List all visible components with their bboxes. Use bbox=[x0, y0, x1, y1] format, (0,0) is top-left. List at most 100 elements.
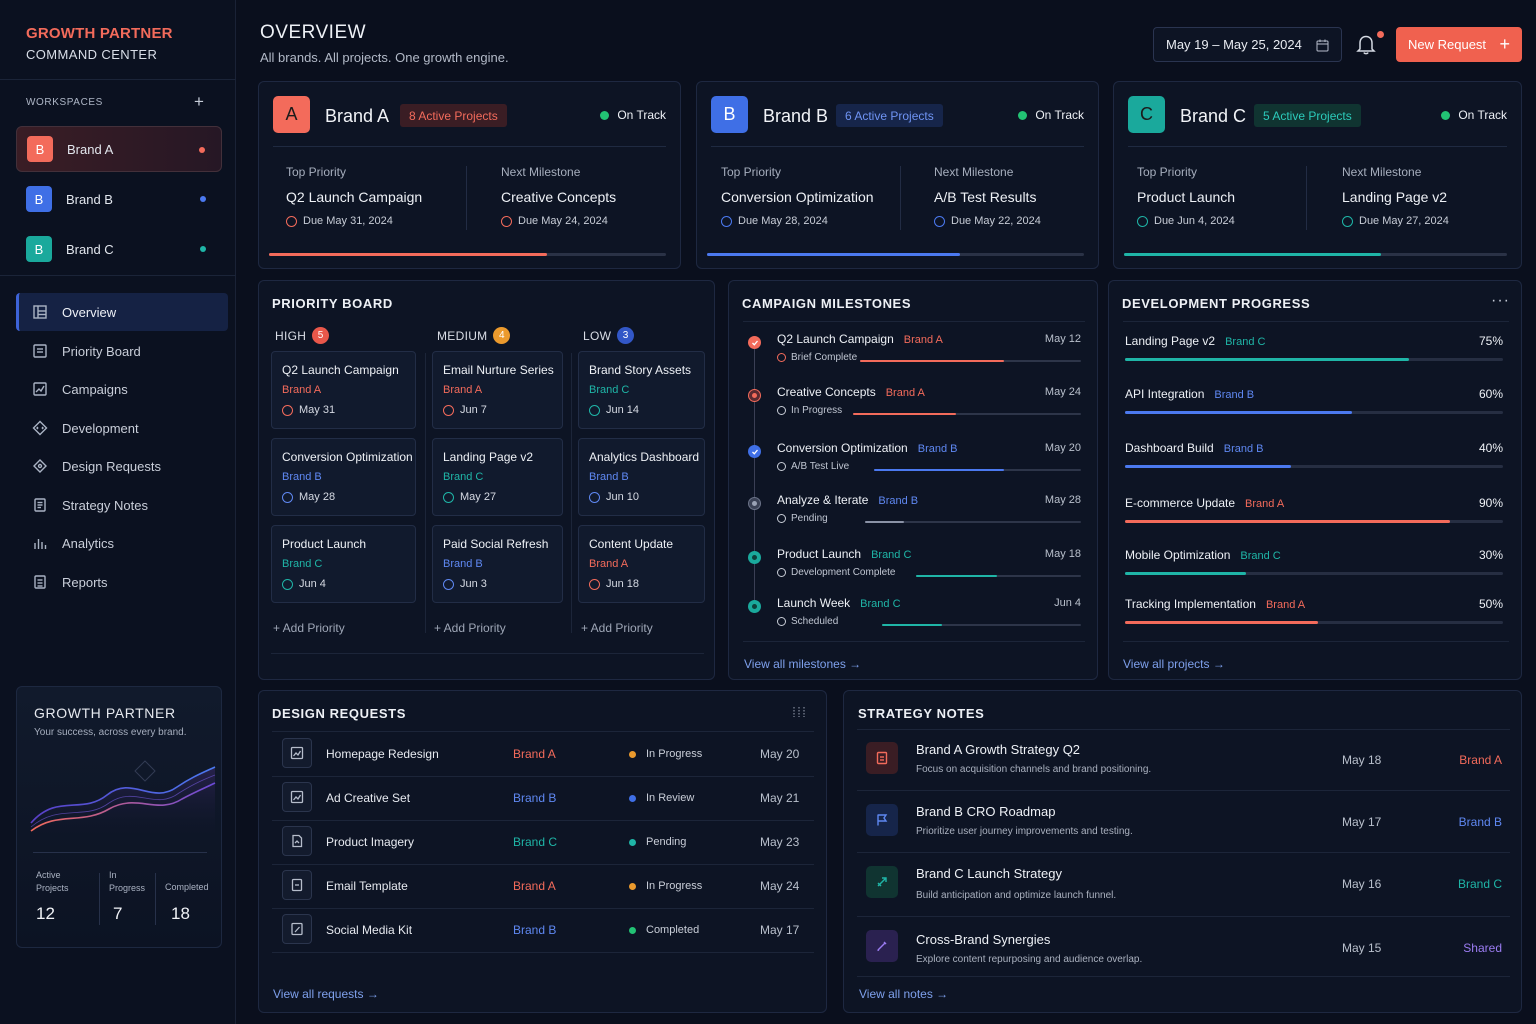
table-row[interactable]: Homepage Redesign Brand A In Progress May 2… bbox=[272, 733, 814, 777]
count-badge: 5 bbox=[312, 327, 330, 344]
nav-label: Strategy Notes bbox=[62, 497, 148, 513]
dev-progress-item[interactable]: Landing Page v2 Brand C 75% bbox=[1125, 334, 1503, 384]
nav-development[interactable]: Development bbox=[16, 409, 228, 447]
section-title: STRATEGY NOTES bbox=[858, 706, 985, 721]
analytics-icon bbox=[34, 539, 47, 549]
due-ring-icon bbox=[443, 578, 454, 590]
calendar-icon bbox=[1316, 39, 1329, 52]
view-all-requests-link[interactable]: View all requests → bbox=[273, 987, 379, 1001]
view-all-notes-link[interactable]: View all notes → bbox=[859, 987, 948, 1001]
strategy-note-row[interactable]: Brand B CRO Roadmap Prioritize user journ… bbox=[857, 791, 1510, 853]
brand-name: Brand C bbox=[1180, 106, 1247, 126]
priority-card[interactable]: Paid Social Refresh Brand B Jun 3 bbox=[432, 525, 563, 603]
brand-card-b[interactable]: B Brand B 6 Active Projects On Track Top… bbox=[696, 81, 1099, 269]
add-priority-high-button[interactable]: + Add Priority bbox=[273, 621, 345, 635]
due-ring-icon bbox=[282, 578, 293, 590]
nav-campaigns[interactable]: Campaigns bbox=[16, 370, 228, 408]
workspace-name: Brand A bbox=[67, 141, 114, 157]
table-row[interactable]: Email Template Brand A In Progress May 24 bbox=[272, 865, 814, 909]
priority-card[interactable]: Q2 Launch Campaign Brand A May 31 bbox=[271, 351, 416, 429]
new-request-button[interactable]: New Request + bbox=[1396, 27, 1522, 62]
add-priority-low-button[interactable]: + Add Priority bbox=[581, 621, 653, 635]
priority-card[interactable]: Content Update Brand A Jun 18 bbox=[578, 525, 705, 603]
top-priority-label: Top Priority bbox=[286, 165, 347, 179]
brand-progress-bar bbox=[707, 253, 1084, 256]
promo-subtitle: Your success, across every brand. bbox=[34, 727, 187, 738]
pending-node-icon bbox=[748, 497, 761, 510]
top-priority-due: Due May 28, 2024 bbox=[721, 215, 828, 227]
rocket-icon bbox=[866, 866, 898, 898]
nav-analytics[interactable]: Analytics bbox=[16, 524, 228, 562]
image-icon bbox=[282, 738, 312, 768]
stat-label: In Progress bbox=[109, 870, 146, 893]
table-row[interactable]: Ad Creative Set Brand B In Review May 21 bbox=[272, 777, 814, 821]
brand-card-a[interactable]: A Brand A 8 Active Projects On Track Top… bbox=[258, 81, 681, 269]
filter-icon[interactable] bbox=[791, 706, 807, 718]
next-milestone-value: Creative Concepts bbox=[501, 189, 617, 205]
top-priority-value: Q2 Launch Campaign bbox=[286, 189, 423, 205]
view-all-projects-link[interactable]: View all projects → bbox=[1123, 657, 1225, 671]
section-title: DEVELOPMENT PROGRESS bbox=[1122, 296, 1311, 311]
nav-priority-board[interactable]: Priority Board bbox=[16, 332, 228, 370]
status-dot bbox=[629, 750, 636, 758]
milestone-item[interactable]: Analyze & Iterate Brand B Pending May 28 bbox=[729, 493, 1099, 547]
logo-title: GROWTH PARTNER bbox=[26, 25, 173, 42]
due-ring-icon bbox=[282, 491, 293, 503]
overview-icon bbox=[33, 305, 47, 319]
strategy-note-row[interactable]: Cross-Brand Synergies Explore content rep… bbox=[857, 917, 1510, 977]
divider bbox=[1123, 321, 1509, 322]
brand-progress-bar bbox=[269, 253, 666, 256]
nav-reports[interactable]: Reports bbox=[16, 563, 228, 601]
workspace-brand-c[interactable]: B Brand C bbox=[16, 226, 222, 272]
nav-strategy-notes[interactable]: Strategy Notes bbox=[16, 486, 228, 524]
status-ring-icon bbox=[777, 617, 786, 626]
priority-card[interactable]: Landing Page v2 Brand C May 27 bbox=[432, 438, 563, 516]
workspace-badge: B bbox=[26, 236, 52, 262]
brand-progress-fill bbox=[707, 253, 960, 256]
milestone-progress-bar bbox=[865, 521, 1081, 523]
scheduled-node-icon bbox=[748, 600, 761, 613]
count-badge: 4 bbox=[493, 327, 511, 344]
dev-progress-item[interactable]: Dashboard Build Brand B 40% bbox=[1125, 441, 1503, 491]
nav-overview[interactable]: Overview bbox=[16, 293, 228, 331]
priority-card[interactable]: Product Launch Brand C Jun 4 bbox=[271, 525, 416, 603]
date-range-picker[interactable]: May 19 – May 25, 2024 bbox=[1153, 27, 1342, 62]
nav-design-requests[interactable]: Design Requests bbox=[16, 447, 228, 485]
notifications-bell-icon[interactable] bbox=[1355, 33, 1377, 55]
priority-card[interactable]: Analytics Dashboard Brand B Jun 10 bbox=[578, 438, 705, 516]
design-requests-panel: DESIGN REQUESTS Homepage Redesign Brand A… bbox=[258, 690, 827, 1013]
workspace-brand-b[interactable]: B Brand B bbox=[16, 176, 222, 222]
priority-card[interactable]: Email Nurture Series Brand A Jun 7 bbox=[432, 351, 563, 429]
view-all-milestones-link[interactable]: View all milestones → bbox=[744, 657, 861, 671]
milestone-item[interactable]: Product Launch Brand C Development Comple… bbox=[729, 547, 1099, 601]
strategy-note-row[interactable]: Brand A Growth Strategy Q2 Focus on acqui… bbox=[857, 729, 1510, 791]
dev-progress-item[interactable]: Mobile Optimization Brand C 30% bbox=[1125, 548, 1503, 598]
strategy-note-row[interactable]: Brand C Launch Strategy Build anticipatio… bbox=[857, 853, 1510, 917]
more-options-icon[interactable]: ··· bbox=[1491, 292, 1510, 310]
table-row[interactable]: Social Media Kit Brand B Completed May 17 bbox=[272, 909, 814, 953]
table-row[interactable]: Product Imagery Brand C Pending May 23 bbox=[272, 821, 814, 865]
milestone-item[interactable]: Creative Concepts Brand A In Progress May… bbox=[729, 385, 1099, 439]
milestone-progress-bar bbox=[853, 413, 1081, 415]
divider bbox=[155, 873, 156, 925]
dev-progress-item[interactable]: Tracking Implementation Brand A 50% bbox=[1125, 597, 1503, 647]
status-dot bbox=[1441, 110, 1451, 120]
new-request-label: New Request bbox=[1408, 37, 1487, 52]
dev-progress-item[interactable]: E-commerce Update Brand A 90% bbox=[1125, 496, 1503, 546]
brand-card-c[interactable]: C Brand C 5 Active Projects On Track Top… bbox=[1113, 81, 1522, 269]
status-ring-icon bbox=[777, 514, 786, 523]
milestone-item[interactable]: Conversion Optimization Brand B A/B Test … bbox=[729, 441, 1099, 495]
milestone-item[interactable]: Q2 Launch Campaign Brand A Brief Complete… bbox=[729, 332, 1099, 386]
dev-progress-item[interactable]: API Integration Brand B 60% bbox=[1125, 387, 1503, 437]
add-priority-medium-button[interactable]: + Add Priority bbox=[434, 621, 506, 635]
add-workspace-button[interactable]: + bbox=[194, 93, 204, 110]
nav-label: Campaigns bbox=[62, 381, 128, 397]
workspace-brand-a[interactable]: B Brand A bbox=[16, 126, 222, 172]
campaign-milestones-panel: CAMPAIGN MILESTONES Q2 Launch Campaign Br… bbox=[728, 280, 1098, 680]
divider bbox=[571, 353, 572, 633]
divider bbox=[743, 321, 1085, 322]
document-icon bbox=[282, 870, 312, 900]
priority-card[interactable]: Brand Story Assets Brand C Jun 14 bbox=[578, 351, 705, 429]
priority-card[interactable]: Conversion Optimization Brand B May 28 bbox=[271, 438, 416, 516]
divider bbox=[1128, 146, 1507, 147]
